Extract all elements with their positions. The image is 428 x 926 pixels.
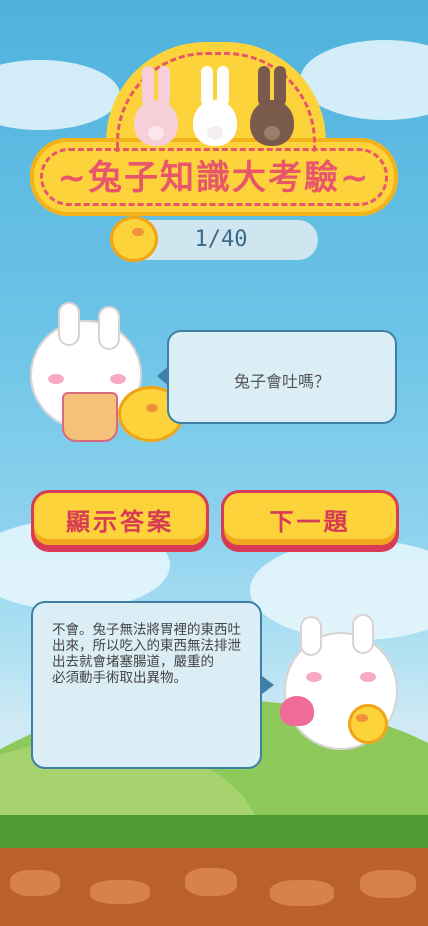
heart-icon: [280, 696, 314, 726]
chick-icon: [110, 216, 158, 262]
bunny-ear: [352, 614, 374, 654]
rock: [185, 868, 237, 896]
pink-bunny-icon: [134, 66, 178, 146]
bunny-ear: [58, 302, 80, 346]
rock: [10, 870, 60, 896]
question-text: 兔子會吐嗎？: [233, 372, 330, 391]
next-question-button[interactable]: 下一題: [221, 490, 399, 548]
quiz-screen: ~兔子知識大考驗~ 1/40 兔子會吐嗎？ 顯示答案 下一題 不會。兔子無法將胃…: [0, 0, 428, 926]
rock: [360, 870, 416, 898]
rock: [90, 880, 150, 904]
show-answer-button[interactable]: 顯示答案: [31, 490, 209, 548]
cloud: [250, 540, 428, 640]
brown-bunny-icon: [250, 66, 294, 146]
cloud: [0, 60, 120, 130]
white-bunny-icon: [193, 66, 237, 146]
page-title: ~兔子知識大考驗~: [57, 158, 371, 198]
rock: [270, 880, 334, 906]
bunny-ear: [300, 616, 322, 656]
answer-bubble-tail: [262, 676, 274, 694]
bunny-ear: [98, 306, 120, 350]
answer-text: 不會。兔子無法將胃裡的東西吐出來，所以吃入的東西無法排泄出去就會堵塞腸道，嚴重的…: [52, 622, 241, 686]
bubble-tea-icon: [62, 392, 118, 442]
chick-mascot: [348, 704, 388, 744]
